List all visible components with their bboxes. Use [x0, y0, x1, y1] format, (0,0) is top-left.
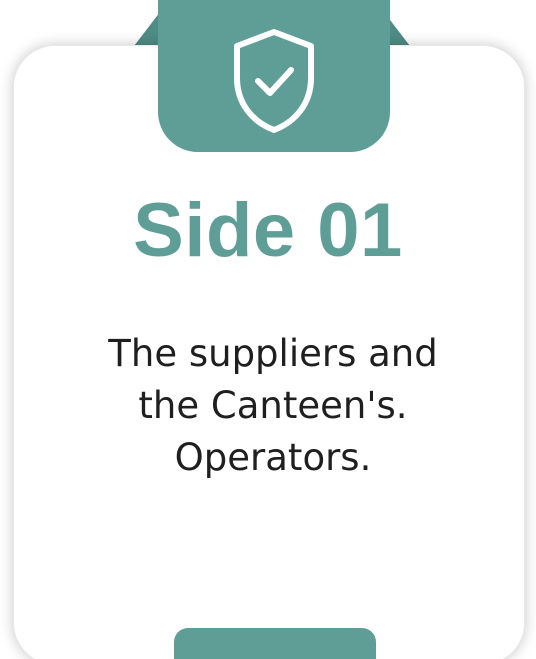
description-line: Operators.: [174, 436, 372, 479]
shield-check-icon: [234, 29, 314, 133]
bottom-tab: [174, 628, 376, 659]
card-stage: Side 01 The suppliers and the Canteen's.…: [0, 0, 536, 659]
description-line: The suppliers and: [108, 332, 438, 375]
card-badge: [158, 0, 390, 152]
card-title: Side 01: [133, 188, 403, 273]
description-line: the Canteen's.: [138, 384, 408, 427]
card-description: The suppliers and the Canteen's. Operato…: [0, 328, 536, 484]
